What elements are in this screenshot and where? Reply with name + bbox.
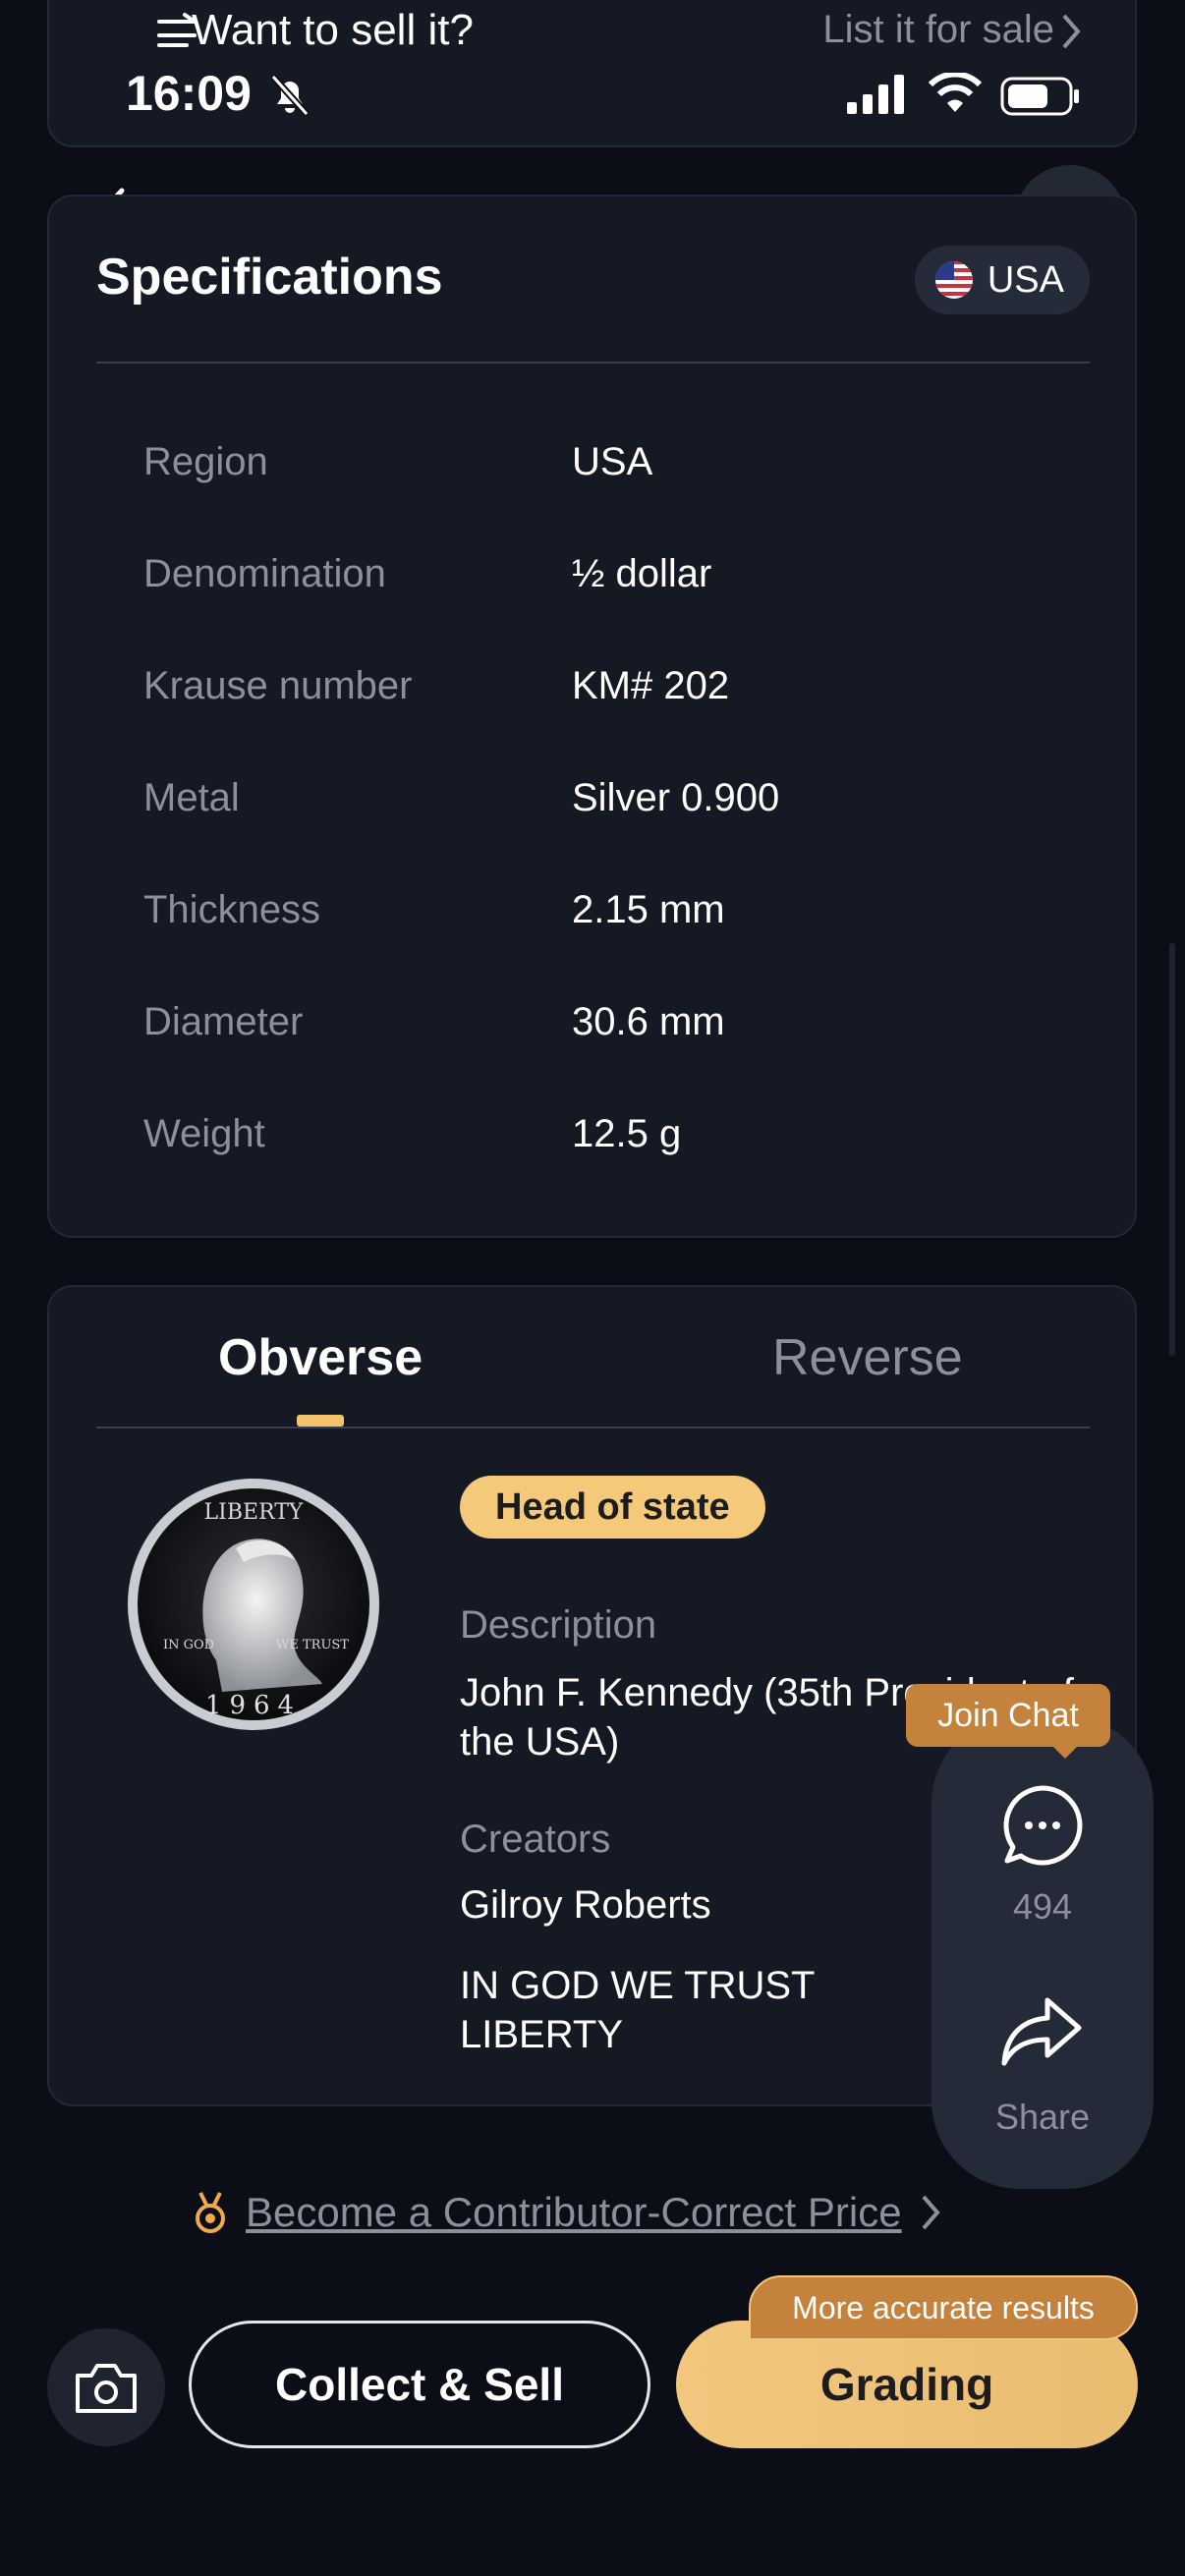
- share-label[interactable]: Share: [931, 2097, 1154, 2138]
- tab-obverse[interactable]: Obverse: [218, 1328, 423, 1387]
- coin-obverse-image[interactable]: LIBERTY IN GOD WE TRUST 1964: [126, 1474, 381, 1735]
- spec-row-metal: Metal Silver 0.900: [143, 776, 1087, 835]
- status-time: 16:09: [126, 66, 252, 121]
- chevron-right-icon: [922, 2195, 940, 2230]
- share-icon[interactable]: [1000, 1994, 1085, 2069]
- spec-value: 12.5 g: [572, 1112, 682, 1155]
- specifications-card: Specifications USA Region USA Denominati…: [47, 195, 1137, 1238]
- spec-label: Metal: [143, 776, 240, 819]
- tooltip-arrow: [1051, 1745, 1079, 1759]
- spec-label: Weight: [143, 1112, 265, 1155]
- contributor-link[interactable]: Become a Contributor-Correct Price: [246, 2189, 902, 2236]
- coin-legend-left: IN GOD: [163, 1638, 214, 1652]
- list-for-sale-link[interactable]: List it for sale: [822, 8, 1054, 52]
- tab-reverse[interactable]: Reverse: [772, 1328, 963, 1387]
- spec-value: USA: [572, 440, 653, 483]
- sell-title: Want to sell it?: [192, 6, 474, 54]
- spec-row-diameter: Diameter 30.6 mm: [143, 1000, 1087, 1059]
- chat-icon[interactable]: [999, 1782, 1086, 1869]
- spec-row-denomination: Denomination ½ dollar: [143, 552, 1087, 611]
- tab-indicator: [297, 1415, 344, 1427]
- spec-label: Krause number: [143, 664, 413, 707]
- divider: [96, 362, 1090, 364]
- accurate-results-tag: More accurate results: [749, 2275, 1138, 2340]
- wifi-icon: [928, 73, 983, 112]
- camera-icon: [76, 2364, 137, 2413]
- spec-row-weight: Weight 12.5 g: [143, 1112, 1087, 1171]
- inscription-text: IN GOD WE TRUST LIBERTY: [460, 1964, 815, 2056]
- spec-value: 30.6 mm: [572, 1000, 725, 1043]
- camera-button[interactable]: [47, 2328, 165, 2446]
- spec-value: 2.15 mm: [572, 888, 725, 931]
- divider: [96, 1427, 1090, 1428]
- coin-year: 1964: [205, 1691, 302, 1720]
- spec-value: KM# 202: [572, 664, 730, 707]
- contributor-row[interactable]: Become a Contributor-Correct Price: [193, 2189, 943, 2236]
- signal-icon: [847, 75, 904, 114]
- bell-off-icon: [270, 74, 310, 117]
- coin-legend-top: LIBERTY: [204, 1500, 304, 1525]
- coin-legend-right: WE TRUST: [276, 1638, 349, 1652]
- spec-row-thickness: Thickness 2.15 mm: [143, 888, 1087, 947]
- spec-label: Denomination: [143, 552, 386, 595]
- country-chip[interactable]: USA: [914, 246, 1090, 314]
- us-flag-icon: [934, 261, 973, 299]
- collect-sell-button[interactable]: Collect & Sell: [189, 2321, 650, 2448]
- spec-value: ½ dollar: [572, 552, 712, 595]
- spec-row-krause-number: Krause number KM# 202: [143, 664, 1087, 723]
- description-label: Description: [460, 1603, 657, 1647]
- scrollbar[interactable]: [1169, 943, 1175, 1356]
- country-chip-label: USA: [987, 258, 1064, 301]
- join-chat-button[interactable]: Join Chat: [906, 1684, 1110, 1747]
- spec-value: Silver 0.900: [572, 776, 780, 819]
- spec-label: Region: [143, 440, 268, 483]
- spec-label: Thickness: [143, 888, 321, 931]
- battery-icon: [1000, 77, 1079, 116]
- specifications-title: Specifications: [96, 249, 443, 306]
- chat-count: 494: [1012, 1886, 1073, 1927]
- category-badge: Head of state: [460, 1476, 765, 1539]
- medal-icon: [196, 2192, 225, 2233]
- spec-label: Diameter: [143, 1000, 304, 1043]
- spec-row-region: Region USA: [143, 440, 1087, 499]
- chevron-right-icon: [1062, 14, 1081, 49]
- creators-label: Creators: [460, 1818, 611, 1861]
